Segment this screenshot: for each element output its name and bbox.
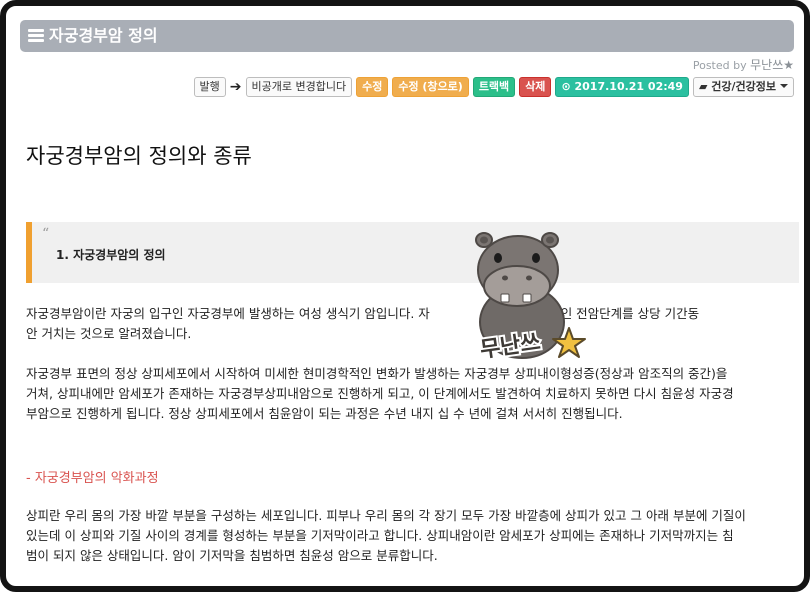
folder-icon: ▰ bbox=[698, 80, 708, 93]
quote-icon: “ bbox=[42, 226, 50, 242]
paragraph-line: 안 거치는 것으로 알려졌습니다. bbox=[26, 326, 192, 341]
post-datetime: 2017.10.21 02:49 bbox=[574, 80, 683, 93]
category-dropdown[interactable]: ▰ 건강/건강정보 bbox=[692, 77, 794, 97]
make-private-button[interactable]: 비공개로 변경합니다 bbox=[245, 77, 353, 97]
paragraph-3: 상피란 우리 몸의 가장 바깥 부분을 구성하는 세포입니다. 피부나 우리 몸… bbox=[26, 506, 796, 566]
edit-button[interactable]: 수정 bbox=[356, 77, 389, 97]
trackback-button[interactable]: 트랙백 bbox=[472, 77, 516, 97]
chevron-down-icon bbox=[780, 84, 788, 88]
posted-by: Posted by 무난쓰★ bbox=[693, 56, 794, 73]
browser-frame: 자궁경부암 정의 Posted by 무난쓰★ 발행 ➔ 비공개로 변경합니다 … bbox=[0, 0, 810, 592]
paragraph-line: 자궁경부 표면의 정상 상피세포에서 시작하여 미세한 현미경학적인 변화가 발… bbox=[26, 366, 728, 381]
paragraph-1: 자궁경부암이란 자궁의 입구인 자궁경부에 발생하는 여성 생식기 암입니다. … bbox=[26, 304, 796, 344]
delete-button[interactable]: 삭제 bbox=[519, 77, 552, 97]
subheading: - 자궁경부암의 악화과정 bbox=[26, 471, 159, 486]
paragraph-text: 자궁경부암이란 자궁의 입구인 자궁경부에 발생하는 여성 생식기 암입니다. … bbox=[26, 306, 430, 321]
datetime-badge: ⊙ 2017.10.21 02:49 bbox=[555, 77, 689, 97]
edit-in-window-button[interactable]: 수정 (창으로) bbox=[392, 77, 469, 97]
blockquote-text: 1. 자궁경부암의 정의 bbox=[56, 248, 166, 262]
paragraph-line: 상피란 우리 몸의 가장 바깥 부분을 구성하는 세포입니다. 피부나 우리 몸… bbox=[26, 508, 746, 523]
post-toolbar: 발행 ➔ 비공개로 변경합니다 수정 수정 (창으로) 트랙백 삭제 ⊙ 201… bbox=[193, 76, 794, 98]
post-title: 자궁경부암 정의 bbox=[49, 26, 158, 45]
publish-button[interactable]: 발행 bbox=[193, 77, 226, 97]
paragraph-line: 있는데 이 상피와 기질 사이의 경계를 형성하는 부분을 기저막이라고 합니다… bbox=[26, 528, 734, 543]
clock-icon: ⊙ bbox=[561, 80, 571, 93]
hippo-mascot-icon: 무난쓰 bbox=[475, 232, 586, 362]
post-title-bar: 자궁경부암 정의 bbox=[20, 20, 794, 52]
menu-icon[interactable] bbox=[28, 29, 44, 42]
posted-by-label: Posted by bbox=[692, 59, 747, 72]
blockquote: “ 1. 자궁경부암의 정의 bbox=[26, 222, 799, 283]
article-heading: 자궁경부암의 정의와 종류 bbox=[26, 144, 252, 168]
category-label: 건강/건강정보 bbox=[711, 80, 776, 93]
paragraph-line: 거쳐, 상피내에만 암세포가 존재하는 자궁경부상피내암으로 진행하게 되고, … bbox=[26, 386, 734, 401]
paragraph-line: 범이 되지 않은 상태입니다. 암이 기저막을 침범하면 침윤성 암으로 분류합… bbox=[26, 548, 438, 563]
paragraph-line: 부암으로 진행하게 됩니다. 정상 상피세포에서 침윤암이 되는 과정은 수년 … bbox=[26, 406, 623, 421]
paragraph-2: 자궁경부 표면의 정상 상피세포에서 시작하여 미세한 현미경학적인 변화가 발… bbox=[26, 364, 796, 424]
author-name[interactable]: 무난쓰★ bbox=[750, 58, 794, 72]
arrow-right-icon: ➔ bbox=[229, 79, 242, 95]
paragraph-line: 자궁경부암이란 자궁의 입구인 자궁경부에 발생하는 여성 생식기 암입니다. … bbox=[26, 304, 796, 324]
